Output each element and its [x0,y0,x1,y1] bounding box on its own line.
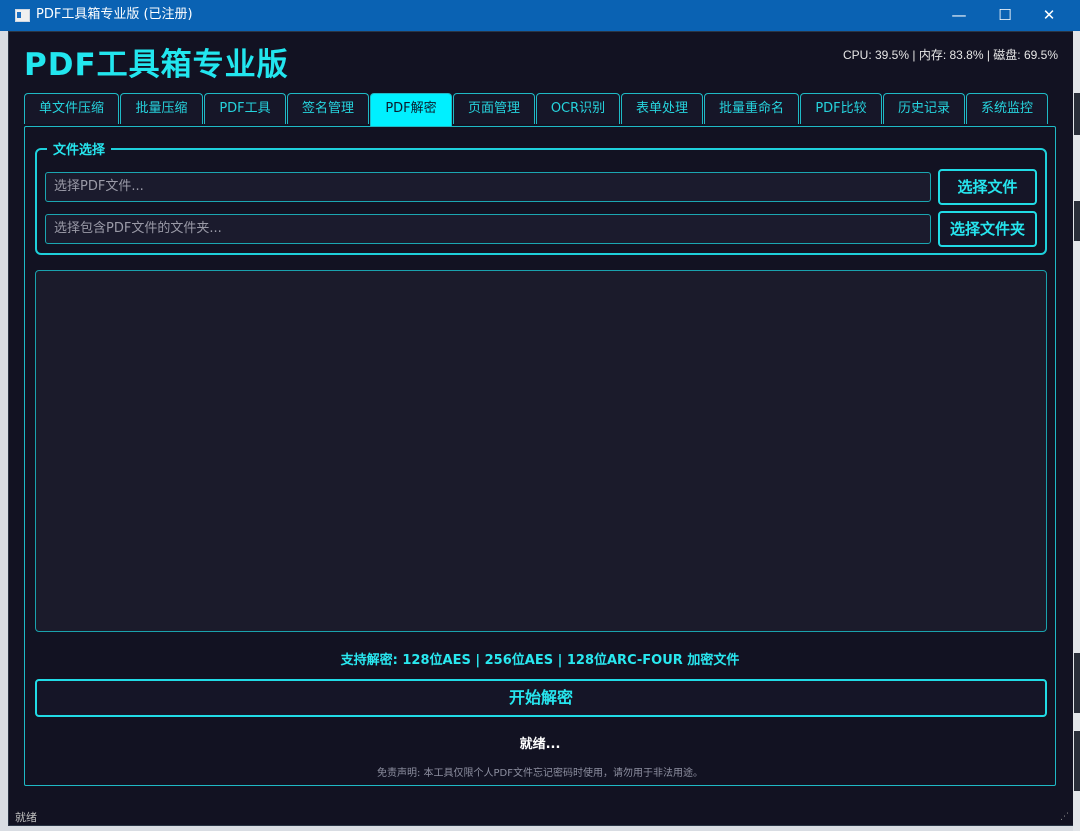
tab-batch-compress[interactable]: 批量压缩 [120,93,203,124]
background-window-edge [1073,31,1080,831]
tab-signature[interactable]: 签名管理 [287,93,369,124]
tab-batch-rename[interactable]: 批量重命名 [704,93,799,124]
supported-encryption-text: 支持解密: 128位AES | 256位AES | 128位ARC-FOUR 加… [340,653,740,668]
window-titlebar: PDF工具箱专业版 (已注册) — ☐ ✕ [0,0,1080,31]
tab-pdf-compare[interactable]: PDF比较 [800,93,882,124]
background-edge-mark [1074,653,1080,713]
disclaimer-text: 免责声明: 本工具仅限个人PDF文件忘记密码时使用，请勿用于非法用途。 [376,768,704,779]
tab-history[interactable]: 历史记录 [883,93,965,124]
main-window: PDF工具箱专业版 CPU: 39.5% | 内存: 83.8% | 磁盘: 6… [8,31,1074,826]
choose-folder-button[interactable]: 选择文件夹 [938,211,1037,247]
pdf-file-input[interactable]: 选择PDF文件... [45,172,931,202]
system-stats: CPU: 39.5% | 内存: 83.8% | 磁盘: 69.5% [843,48,1058,62]
file-select-group: 文件选择 选择PDF文件... 选择文件 选择包含PDF文件的文件夹... 选择… [35,139,1047,255]
background-edge-mark [1074,93,1080,135]
tab-form[interactable]: 表单处理 [621,93,703,124]
decrypt-panel: 文件选择 选择PDF文件... 选择文件 选择包含PDF文件的文件夹... 选择… [24,126,1056,786]
maximize-button[interactable]: ☐ [982,0,1028,31]
tab-system-monitor[interactable]: 系统监控 [966,93,1048,124]
tab-ocr[interactable]: OCR识别 [536,93,620,124]
maximize-icon: ☐ [998,6,1012,24]
choose-file-button[interactable]: 选择文件 [938,169,1037,205]
close-icon: ✕ [1042,6,1056,24]
background-edge-mark [1074,731,1080,791]
log-output-area[interactable] [35,270,1047,632]
window-title: PDF工具箱专业版 (已注册) [36,7,193,22]
app-icon [15,9,30,22]
background-edge-mark [1074,201,1080,241]
status-label: 就绪... [519,737,561,752]
resize-grip-icon[interactable]: ⋰ [1060,812,1070,822]
app-title: PDF工具箱专业版 [24,47,289,83]
minimize-icon: — [951,6,967,24]
tab-single-compress[interactable]: 单文件压缩 [24,93,119,124]
start-decrypt-button[interactable]: 开始解密 [35,679,1047,717]
tab-pdf-decrypt[interactable]: PDF解密 [370,93,452,126]
tab-pdf-tools[interactable]: PDF工具 [204,93,286,124]
close-button[interactable]: ✕ [1026,0,1072,31]
status-bar: 就绪 [15,811,37,824]
pdf-folder-input[interactable]: 选择包含PDF文件的文件夹... [45,214,931,244]
minimize-button[interactable]: — [936,0,982,31]
tab-page-manage[interactable]: 页面管理 [453,93,535,124]
file-select-title: 文件选择 [47,139,112,158]
